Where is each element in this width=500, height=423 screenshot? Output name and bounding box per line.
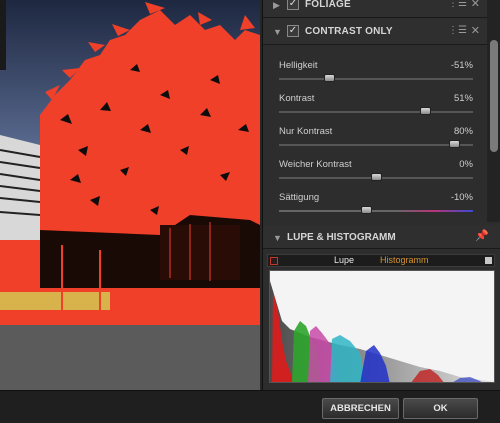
checkbox-checked-icon[interactable]: ✓ [287,0,299,10]
slider-value: 51% [453,93,473,104]
loupe-histogram-tabs: Lupe Histogramm [267,254,495,267]
slider-label: Nur Kontrast [279,126,333,137]
slider-value: -10% [450,192,473,203]
list-menu-icon[interactable]: ⋮☰ [448,25,467,36]
loupe-histogram-section: ▼ LUPE & HISTOGRAMM 📌 Lupe Histogramm [263,225,500,390]
loupe-histogram-title: LUPE & HISTOGRAMM [287,232,396,243]
close-icon[interactable]: ✕ [471,24,480,37]
foliage-section-header[interactable]: ▶ ✓ FOLIAGE ⋮☰ ✕ [263,0,487,18]
pin-icon[interactable]: 📌 [475,229,489,242]
image-preview[interactable] [0,0,260,390]
histogram-graph [270,271,494,382]
slider-label: Sättigung [279,192,320,203]
slider-saettigung[interactable]: Sättigung -10% [263,190,487,223]
triangle-down-icon[interactable]: ▼ [273,233,282,243]
checkbox-checked-icon[interactable]: ✓ [287,25,299,37]
contrast-only-section-header[interactable]: ▼ ✓ CONTRAST ONLY ⋮☰ ✕ [263,19,487,45]
ok-button[interactable]: OK [403,398,478,419]
slider-value: 80% [453,126,473,137]
slider-thumb[interactable] [371,173,382,181]
histogram-display [269,270,495,383]
list-menu-icon[interactable]: ⋮☰ [448,0,467,9]
slider-track[interactable] [279,107,473,115]
slider-value: -51% [450,60,473,71]
scrollbar-thumb[interactable] [490,40,498,152]
slider-track[interactable] [279,206,473,214]
slider-nur-kontrast[interactable]: Nur Kontrast 80% [263,124,487,157]
triangle-right-icon[interactable]: ▶ [273,0,280,11]
slider-label: Kontrast [279,93,315,104]
slider-track[interactable] [279,140,473,148]
foliage-title: FOLIAGE [305,0,351,10]
slider-track[interactable] [279,74,473,82]
loupe-histogram-header[interactable]: ▼ LUPE & HISTOGRAMM 📌 [263,225,500,249]
contrast-only-title: CONTRAST ONLY [305,26,393,37]
slider-thumb[interactable] [324,74,336,82]
slider-label: Weicher Kontrast [279,159,352,170]
slider-value: 0% [459,159,473,170]
preview-photo [0,0,260,390]
slider-helligkeit[interactable]: Helligkeit -51% [263,58,487,91]
adjustment-panel: ▶ ✓ FOLIAGE ⋮☰ ✕ ▼ ✓ CONTRAST ONLY ⋮☰ ✕ … [262,0,500,390]
clipping-indicator-icon[interactable] [485,257,492,264]
triangle-down-icon[interactable]: ▼ [273,27,282,37]
slider-thumb[interactable] [448,140,460,148]
slider-track[interactable] [279,173,473,181]
slider-thumb[interactable] [420,107,432,115]
slider-weicher-kontrast[interactable]: Weicher Kontrast 0% [263,157,487,190]
tab-loupe[interactable]: Lupe [334,255,354,265]
slider-kontrast[interactable]: Kontrast 51% [263,91,487,124]
clipping-indicator-icon[interactable] [270,257,278,265]
slider-thumb[interactable] [361,206,373,214]
dialog-footer: ABBRECHEN OK [0,390,500,423]
slider-label: Helligkeit [279,60,318,71]
cancel-button[interactable]: ABBRECHEN [322,398,399,419]
close-icon[interactable]: ✕ [471,0,480,10]
panel-scrollbar[interactable] [487,0,500,222]
tab-histogram[interactable]: Histogramm [380,255,429,265]
